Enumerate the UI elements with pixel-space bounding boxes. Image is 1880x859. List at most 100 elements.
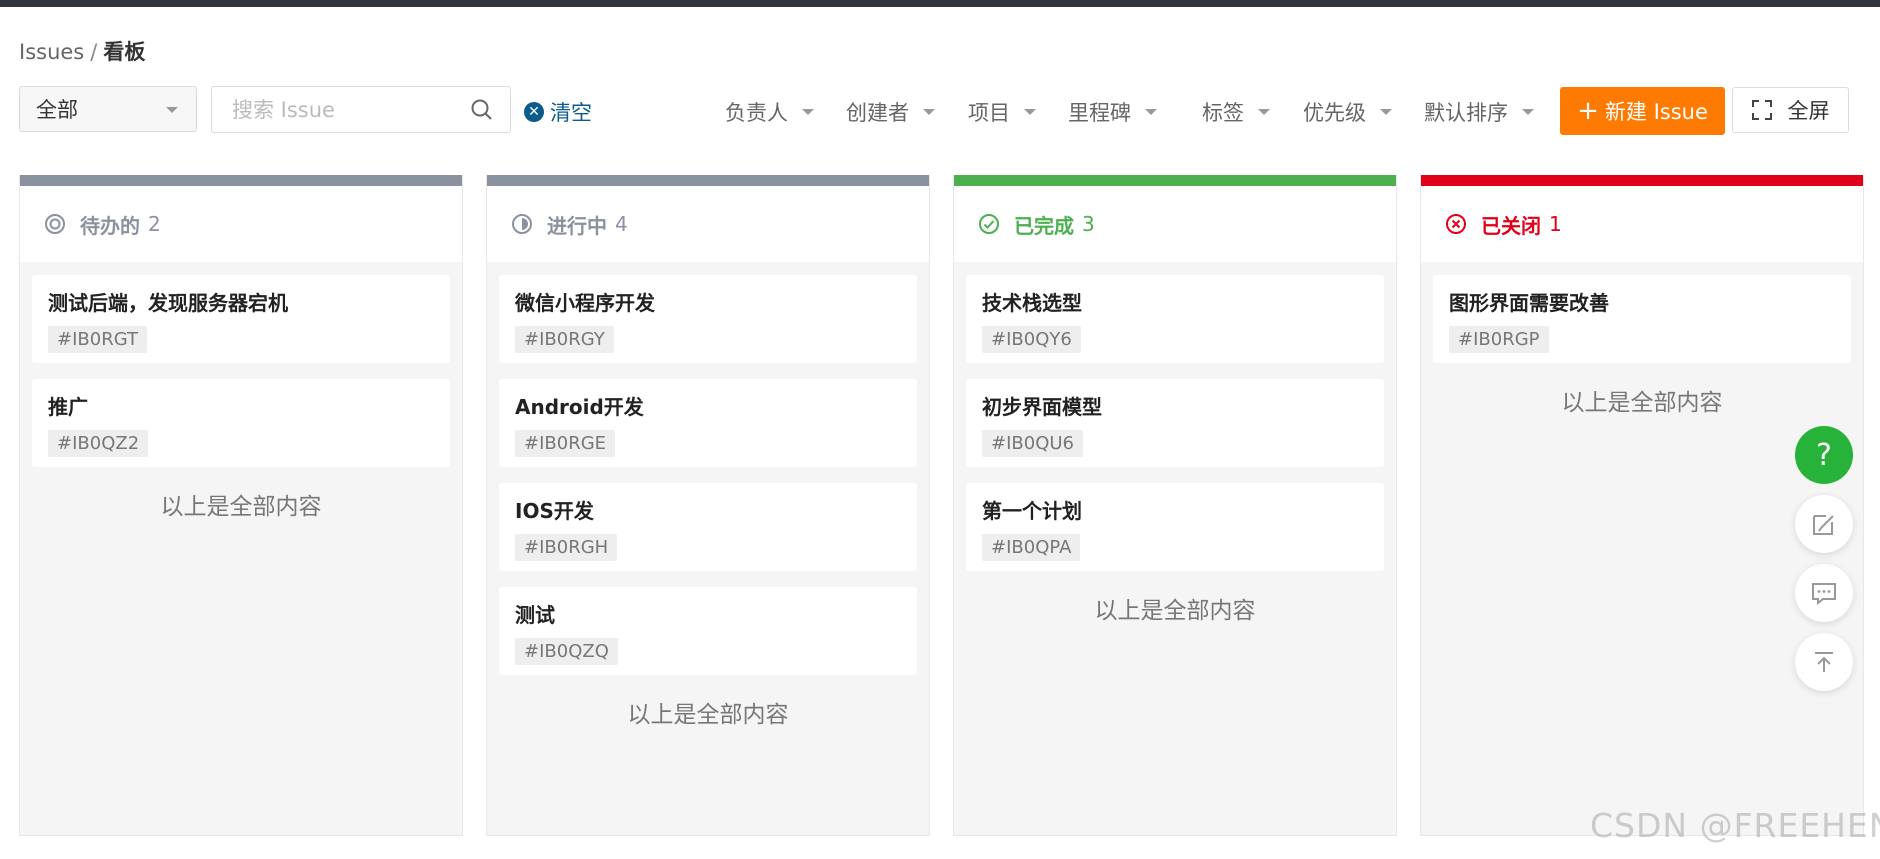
chat-icon — [1812, 583, 1836, 606]
column-header: 进行中 4 — [487, 186, 929, 262]
issue-id: #IB0QU6 — [982, 430, 1083, 457]
issue-id: #IB0QPA — [982, 534, 1081, 561]
breadcrumb: Issues / 看板 — [19, 36, 145, 66]
fullscreen-button[interactable]: 全屏 — [1732, 87, 1849, 133]
sort-select[interactable]: 默认排序 — [1424, 97, 1534, 127]
column-color-bar — [487, 175, 929, 186]
issue-id: #IB0RGT — [48, 326, 147, 353]
filter-priority[interactable]: 优先级 — [1303, 97, 1392, 127]
issue-id: #IB0RGE — [515, 430, 616, 457]
column-count: 1 — [1549, 212, 1562, 236]
issue-title: 第一个计划 — [982, 499, 1082, 523]
search-icon[interactable] — [470, 98, 494, 126]
fullscreen-icon — [1751, 100, 1772, 120]
caret-down-icon — [1380, 109, 1392, 115]
filter-milestone-label: 里程碑 — [1068, 101, 1131, 125]
column-count: 4 — [615, 212, 628, 236]
issue-title: 测试后端，发现服务器宕机 — [48, 291, 288, 315]
check-circle-icon — [979, 214, 999, 234]
new-issue-label: 新建 Issue — [1604, 100, 1708, 124]
issue-card[interactable]: 测试后端，发现服务器宕机 #IB0RGT — [32, 275, 450, 363]
column-color-bar — [954, 175, 1396, 186]
column-done: 已完成 3 技术栈选型 #IB0QY6 初步界面模型 #IB0QU6 第一个计划 #I… — [953, 175, 1397, 836]
filter-project[interactable]: 项目 — [968, 97, 1036, 127]
issue-card[interactable]: 测试 #IB0QZQ — [499, 587, 917, 675]
filter-creator[interactable]: 创建者 — [846, 97, 935, 127]
issue-title: 初步界面模型 — [982, 395, 1102, 419]
sort-label: 默认排序 — [1424, 101, 1508, 125]
filter-priority-label: 优先级 — [1303, 101, 1366, 125]
clear-filter-button[interactable]: ✕ 清空 — [524, 97, 592, 127]
breadcrumb-current: 看板 — [103, 40, 146, 64]
issue-id: #IB0QZQ — [515, 638, 618, 665]
search-box — [211, 86, 511, 133]
issue-card[interactable]: 初步界面模型 #IB0QU6 — [966, 379, 1384, 467]
column-closed: 已关闭 1 图形界面需要改善 #IB0RGP 以上是全部内容 — [1420, 175, 1864, 836]
issue-card[interactable]: 第一个计划 #IB0QPA — [966, 483, 1384, 571]
top-bar — [0, 0, 1880, 7]
column-title: 已完成 — [1014, 213, 1074, 238]
issue-card[interactable]: 技术栈选型 #IB0QY6 — [966, 275, 1384, 363]
chat-button[interactable] — [1795, 564, 1853, 622]
breadcrumb-separator: / — [90, 40, 98, 64]
caret-down-icon — [166, 107, 178, 113]
end-of-list-text: 以上是全部内容 — [160, 494, 322, 520]
question-icon: ? — [1816, 437, 1832, 473]
plus-icon: + — [1577, 96, 1599, 126]
end-of-list-text: 以上是全部内容 — [627, 702, 789, 728]
caret-down-icon — [1145, 109, 1157, 115]
issue-id: #IB0QZ2 — [48, 430, 149, 457]
fullscreen-label: 全屏 — [1787, 99, 1830, 123]
close-circle-icon: ✕ — [524, 102, 544, 122]
issue-card[interactable]: IOS开发 #IB0RGH — [499, 483, 917, 571]
issue-card[interactable]: 图形界面需要改善 #IB0RGP — [1433, 275, 1851, 363]
todo-status-icon — [45, 214, 65, 234]
column-color-bar — [1421, 175, 1863, 186]
column-header: 已关闭 1 — [1421, 186, 1863, 262]
issue-title: 技术栈选型 — [982, 291, 1082, 315]
issue-card[interactable]: Android开发 #IB0RGE — [499, 379, 917, 467]
back-to-top-button[interactable] — [1795, 633, 1853, 691]
help-button[interactable]: ? — [1795, 426, 1853, 484]
filter-creator-label: 创建者 — [846, 101, 909, 125]
filter-assignee[interactable]: 负责人 — [725, 97, 814, 127]
issue-title: 推广 — [48, 395, 88, 419]
caret-down-icon — [923, 109, 935, 115]
filter-label[interactable]: 标签 — [1202, 97, 1270, 127]
caret-down-icon — [1522, 109, 1534, 115]
column-title: 进行中 — [547, 213, 607, 238]
issue-title: IOS开发 — [515, 499, 594, 523]
status-filter-select[interactable]: 全部 — [19, 86, 197, 132]
breadcrumb-issues-link[interactable]: Issues — [19, 40, 84, 64]
in-progress-status-icon — [512, 214, 532, 234]
caret-down-icon — [1258, 109, 1270, 115]
end-of-list-text: 以上是全部内容 — [1561, 390, 1723, 416]
edit-icon — [1813, 515, 1834, 535]
issue-id: #IB0QY6 — [982, 326, 1081, 353]
clear-label: 清空 — [550, 101, 592, 125]
status-filter-value: 全部 — [36, 98, 78, 122]
issue-id: #IB0RGY — [515, 326, 614, 353]
watermark: CSDN @FREEHEN — [1590, 806, 1880, 845]
column-count: 2 — [148, 212, 161, 236]
issue-title: Android开发 — [515, 395, 644, 419]
arrow-up-icon — [1815, 652, 1833, 672]
new-issue-button[interactable]: + 新建 Issue — [1560, 87, 1725, 135]
issue-title: 微信小程序开发 — [515, 291, 655, 315]
end-of-list-text: 以上是全部内容 — [1094, 598, 1256, 624]
column-header: 已完成 3 — [954, 186, 1396, 262]
issue-title: 图形界面需要改善 — [1449, 291, 1609, 315]
caret-down-icon — [802, 109, 814, 115]
filter-label-label: 标签 — [1202, 101, 1244, 125]
search-input[interactable] — [212, 87, 472, 132]
filter-milestone[interactable]: 里程碑 — [1068, 97, 1157, 127]
column-title: 待办的 — [80, 213, 140, 238]
filter-project-label: 项目 — [968, 101, 1010, 125]
column-todo: 待办的 2 测试后端，发现服务器宕机 #IB0RGT 推广 #IB0QZ2 以上是全… — [19, 175, 463, 836]
issue-card[interactable]: 微信小程序开发 #IB0RGY — [499, 275, 917, 363]
column-in-progress: 进行中 4 微信小程序开发 #IB0RGY Android开发 #IB0RGE IO… — [486, 175, 930, 836]
issue-card[interactable]: 推广 #IB0QZ2 — [32, 379, 450, 467]
column-title: 已关闭 — [1481, 213, 1541, 238]
feedback-edit-button[interactable] — [1795, 495, 1853, 553]
issue-id: #IB0RGP — [1449, 326, 1549, 353]
